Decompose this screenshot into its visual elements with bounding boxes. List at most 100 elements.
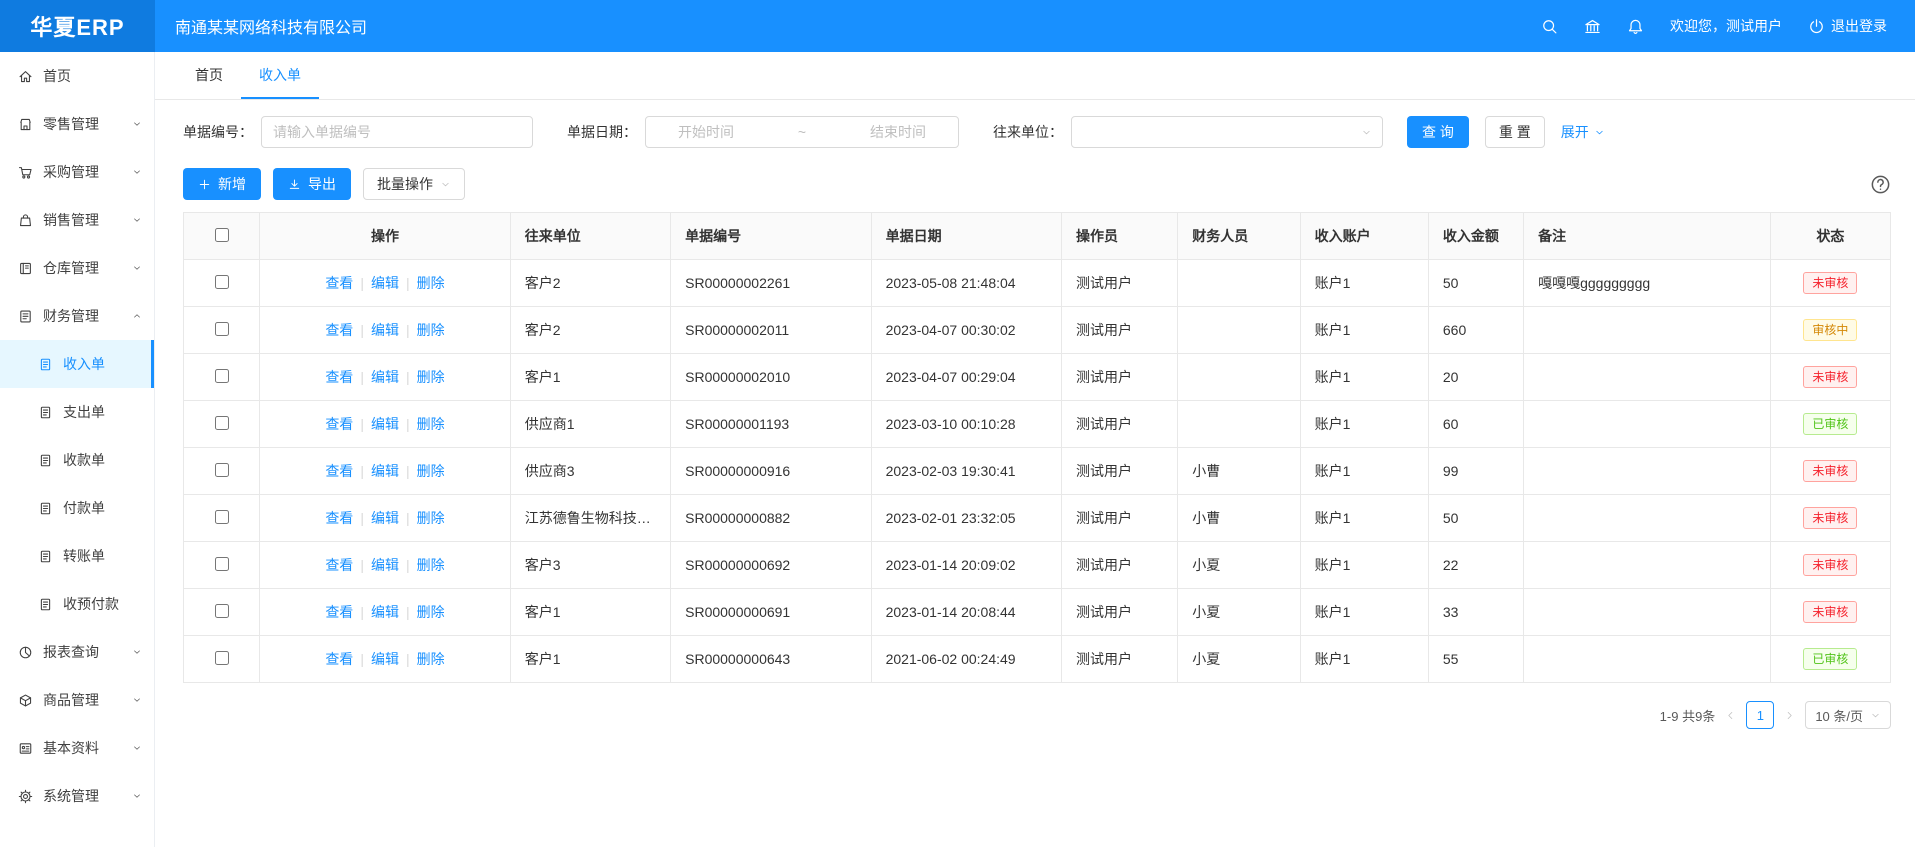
bill-date-cell: 2023-02-01 23:32:05 xyxy=(871,495,1061,542)
sidebar-item-label: 销售管理 xyxy=(43,210,99,230)
view-link[interactable]: 查看 xyxy=(325,604,353,620)
view-link[interactable]: 查看 xyxy=(325,416,353,432)
help-icon[interactable] xyxy=(1870,174,1891,195)
sidebar-item-prepayment[interactable]: 收预付款 xyxy=(0,580,154,628)
report-icon xyxy=(18,645,33,660)
delete-link[interactable]: 删除 xyxy=(417,369,445,385)
delete-link[interactable]: 删除 xyxy=(417,651,445,667)
date-range-picker[interactable]: 开始时间 ~ 结束时间 xyxy=(645,116,959,148)
sidebar-item-home[interactable]: 首页 xyxy=(0,52,154,100)
sidebar-item-expense[interactable]: 支出单 xyxy=(0,388,154,436)
row-checkbox[interactable] xyxy=(215,322,229,336)
edit-link[interactable]: 编辑 xyxy=(371,557,399,573)
row-checkbox[interactable] xyxy=(215,275,229,289)
operator-cell: 测试用户 xyxy=(1062,354,1178,401)
chevron-down-icon xyxy=(132,695,142,705)
sidebar-item-goods[interactable]: 商品管理 xyxy=(0,676,154,724)
sidebar-item-transfer[interactable]: 转账单 xyxy=(0,532,154,580)
next-page-button[interactable] xyxy=(1784,710,1795,721)
view-link[interactable]: 查看 xyxy=(325,510,353,526)
edit-link[interactable]: 编辑 xyxy=(371,604,399,620)
bill-number-cell: SR00000000691 xyxy=(671,589,871,636)
status-cell: 未审核 xyxy=(1770,354,1890,401)
select-all-checkbox[interactable] xyxy=(215,228,229,242)
row-checkbox[interactable] xyxy=(215,604,229,618)
action-separator: | xyxy=(406,322,410,338)
delete-link[interactable]: 删除 xyxy=(417,416,445,432)
prev-page-button[interactable] xyxy=(1725,710,1736,721)
edit-link[interactable]: 编辑 xyxy=(371,416,399,432)
page-size-select[interactable]: 10 条/页 xyxy=(1805,701,1891,729)
delete-link[interactable]: 删除 xyxy=(417,604,445,620)
expand-link[interactable]: 展开 xyxy=(1561,122,1605,142)
delete-link[interactable]: 删除 xyxy=(417,510,445,526)
sidebar-item-income[interactable]: 收入单 xyxy=(0,340,154,388)
chevron-down-icon xyxy=(132,215,142,225)
row-checkbox[interactable] xyxy=(215,416,229,430)
row-checkbox[interactable] xyxy=(215,651,229,665)
batch-operations-button[interactable]: 批量操作 xyxy=(363,168,465,200)
delete-link[interactable]: 删除 xyxy=(417,322,445,338)
view-link[interactable]: 查看 xyxy=(325,275,353,291)
logout-button[interactable]: 退出登录 xyxy=(1808,16,1887,36)
sidebar-item-sales[interactable]: 销售管理 xyxy=(0,196,154,244)
edit-link[interactable]: 编辑 xyxy=(371,651,399,667)
amount-cell: 660 xyxy=(1428,307,1523,354)
welcome-user[interactable]: 欢迎您，测试用户 xyxy=(1670,16,1782,36)
row-checkbox[interactable] xyxy=(215,463,229,477)
view-link[interactable]: 查看 xyxy=(325,322,353,338)
action-separator: | xyxy=(406,604,410,620)
unit-cell: 客户2 xyxy=(510,307,670,354)
view-link[interactable]: 查看 xyxy=(325,369,353,385)
action-separator: | xyxy=(360,651,364,667)
operator-cell: 测试用户 xyxy=(1062,448,1178,495)
view-link[interactable]: 查看 xyxy=(325,651,353,667)
income-table: 操作 往来单位 单据编号 单据日期 操作员 财务人员 收入账户 收入金额 备注 … xyxy=(183,212,1891,683)
sidebar-item-receipt[interactable]: 收款单 xyxy=(0,436,154,484)
sidebar-item-report[interactable]: 报表查询 xyxy=(0,628,154,676)
export-button[interactable]: 导出 xyxy=(273,168,351,200)
delete-link[interactable]: 删除 xyxy=(417,463,445,479)
sidebar-item-purchase[interactable]: 采购管理 xyxy=(0,148,154,196)
table-row: 查看|编辑|删除客户1SR000000006432021-06-02 00:24… xyxy=(184,636,1891,683)
doc-icon xyxy=(38,357,53,372)
add-button[interactable]: 新增 xyxy=(183,168,261,200)
bank-icon[interactable] xyxy=(1584,18,1601,35)
sidebar-item-retail[interactable]: 零售管理 xyxy=(0,100,154,148)
search-icon[interactable] xyxy=(1541,18,1558,35)
sidebar-item-finance[interactable]: 财务管理 xyxy=(0,292,154,340)
edit-link[interactable]: 编辑 xyxy=(371,275,399,291)
edit-link[interactable]: 编辑 xyxy=(371,463,399,479)
delete-link[interactable]: 删除 xyxy=(417,275,445,291)
view-link[interactable]: 查看 xyxy=(325,557,353,573)
tab-income[interactable]: 收入单 xyxy=(241,52,319,99)
col-remark: 备注 xyxy=(1524,213,1771,260)
chevron-down-icon xyxy=(132,647,142,657)
bill-date-cell: 2023-01-14 20:09:02 xyxy=(871,542,1061,589)
unit-select[interactable] xyxy=(1071,116,1383,148)
sidebar-item-basic[interactable]: 基本资料 xyxy=(0,724,154,772)
edit-link[interactable]: 编辑 xyxy=(371,369,399,385)
sidebar-item-payment[interactable]: 付款单 xyxy=(0,484,154,532)
row-select-cell xyxy=(184,448,260,495)
reset-button[interactable]: 重 置 xyxy=(1485,116,1545,148)
edit-link[interactable]: 编辑 xyxy=(371,322,399,338)
sidebar-item-system[interactable]: 系统管理 xyxy=(0,772,154,820)
sidebar-item-warehouse[interactable]: 仓库管理 xyxy=(0,244,154,292)
bill-number-input[interactable] xyxy=(261,116,533,148)
col-actions: 操作 xyxy=(260,213,511,260)
row-checkbox[interactable] xyxy=(215,369,229,383)
search-button[interactable]: 查 询 xyxy=(1407,116,1469,148)
view-link[interactable]: 查看 xyxy=(325,463,353,479)
delete-link[interactable]: 删除 xyxy=(417,557,445,573)
page-1-button[interactable]: 1 xyxy=(1746,701,1774,729)
bell-icon[interactable] xyxy=(1627,18,1644,35)
row-checkbox[interactable] xyxy=(215,510,229,524)
col-finance-person: 财务人员 xyxy=(1178,213,1300,260)
bill-number-cell: SR00000002011 xyxy=(671,307,871,354)
edit-link[interactable]: 编辑 xyxy=(371,510,399,526)
operator-cell: 测试用户 xyxy=(1062,589,1178,636)
tab-home[interactable]: 首页 xyxy=(177,52,241,99)
logout-label: 退出登录 xyxy=(1831,16,1887,36)
row-checkbox[interactable] xyxy=(215,557,229,571)
